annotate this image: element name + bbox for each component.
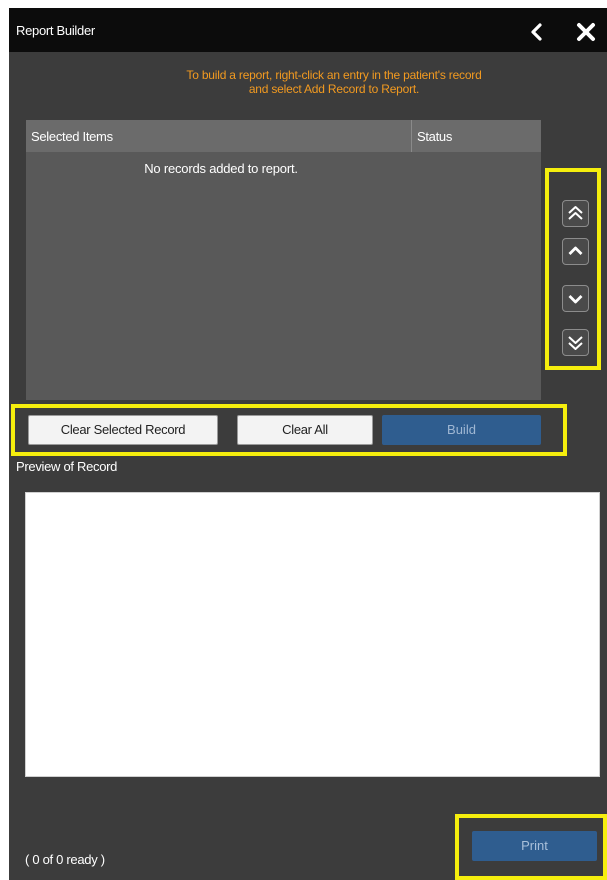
- chevron-left-icon: [531, 23, 542, 41]
- record-preview-area[interactable]: [25, 492, 600, 777]
- preview-label: Preview of Record: [16, 459, 118, 474]
- window-title: Report Builder: [16, 23, 95, 38]
- double-chevron-down-icon: [568, 336, 583, 350]
- build-button[interactable]: Build: [382, 415, 541, 445]
- selected-items-table[interactable]: Selected Items Status No records added t…: [26, 120, 541, 400]
- move-up-button[interactable]: [562, 238, 589, 265]
- instructions-line-1: To build a report, right-click an entry …: [186, 68, 482, 82]
- close-icon: [577, 23, 595, 41]
- column-header-selected-items[interactable]: Selected Items: [31, 129, 113, 144]
- print-button[interactable]: Print: [472, 831, 597, 861]
- back-button[interactable]: [526, 21, 548, 43]
- column-divider[interactable]: [411, 120, 412, 152]
- chevron-up-icon: [568, 246, 583, 255]
- close-button[interactable]: [574, 20, 598, 44]
- clear-all-button[interactable]: Clear All: [237, 415, 373, 445]
- clear-selected-record-button[interactable]: Clear Selected Record: [28, 415, 218, 445]
- chevron-down-icon: [568, 295, 583, 304]
- double-chevron-up-icon: [568, 206, 583, 220]
- instructions-text: To build a report, right-click an entry …: [119, 68, 549, 96]
- move-to-bottom-button[interactable]: [562, 329, 589, 356]
- ready-status: ( 0 of 0 ready ): [25, 852, 105, 867]
- title-bar: Report Builder: [9, 8, 607, 52]
- report-builder-panel: Report Builder To build a report, right-…: [9, 8, 607, 880]
- instructions-line-2: and select Add Record to Report.: [248, 82, 420, 96]
- column-header-status[interactable]: Status: [417, 129, 452, 144]
- table-header: Selected Items Status: [26, 120, 541, 152]
- move-down-button[interactable]: [562, 285, 589, 312]
- move-to-top-button[interactable]: [562, 200, 589, 227]
- empty-table-message: No records added to report.: [144, 161, 298, 176]
